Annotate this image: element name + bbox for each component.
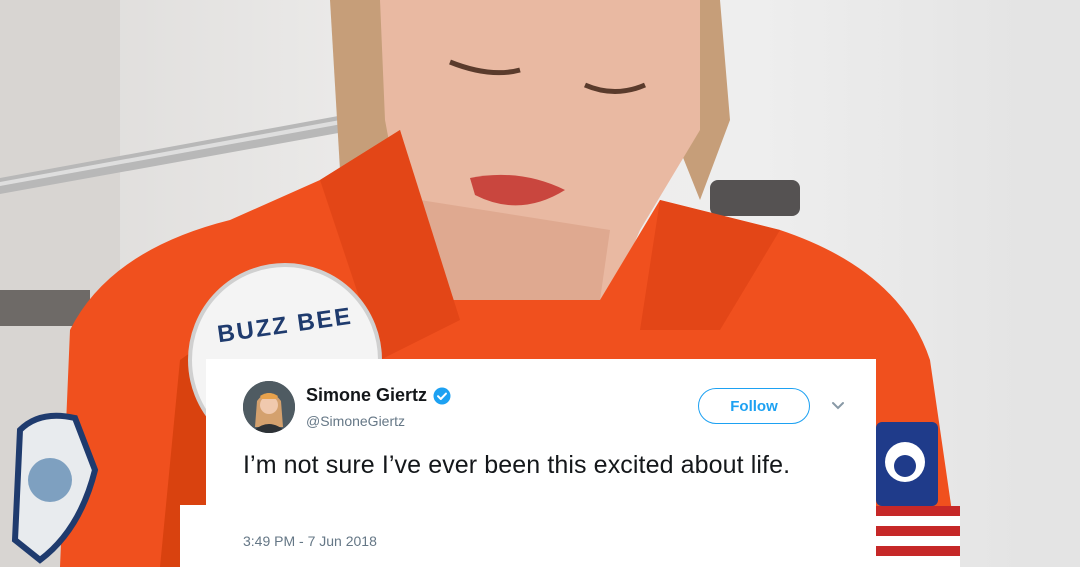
- author-row: Simone Giertz: [306, 385, 451, 406]
- user-handle[interactable]: @SimoneGiertz: [306, 413, 405, 429]
- verified-badge-icon: [433, 387, 451, 405]
- tweet-text: I’m not sure I’ve ever been this excited…: [243, 451, 791, 479]
- tweet-timestamp[interactable]: 3:49 PM - 7 Jun 2018: [243, 533, 377, 549]
- display-name[interactable]: Simone Giertz: [306, 385, 427, 406]
- follow-button[interactable]: Follow: [698, 388, 810, 424]
- tweet-card: Simone Giertz @SimoneGiertz Follow I’m n…: [206, 359, 876, 567]
- avatar[interactable]: [243, 381, 295, 433]
- chevron-down-icon[interactable]: [830, 399, 846, 411]
